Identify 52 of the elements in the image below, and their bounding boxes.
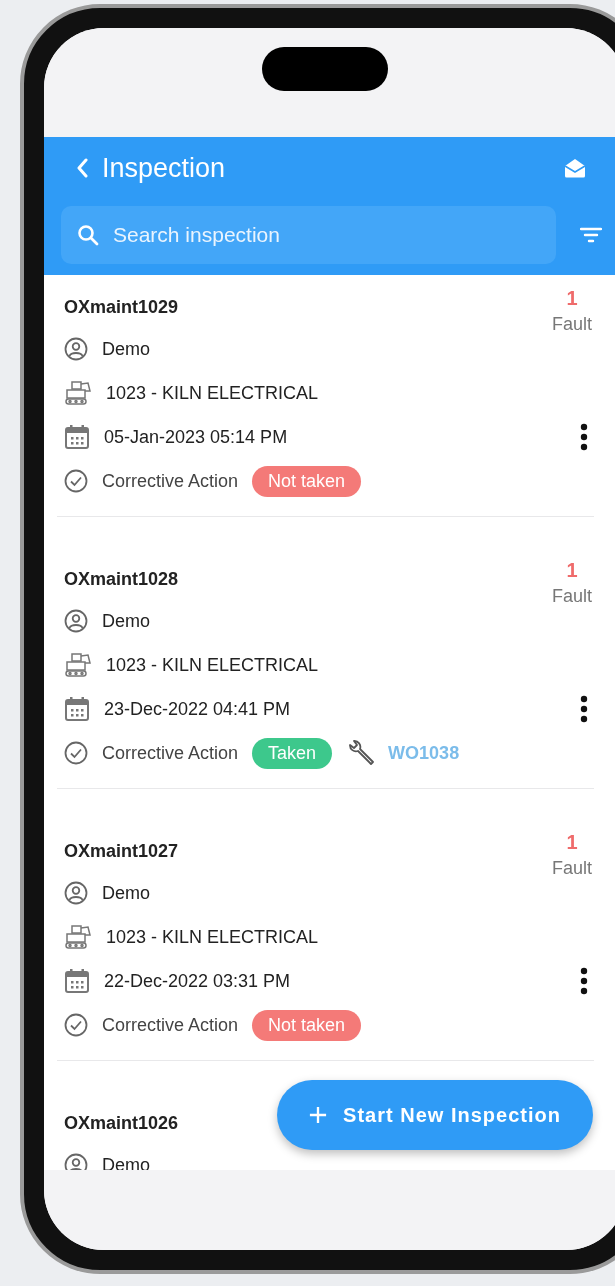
corrective-action-label: Corrective Action [102,742,239,764]
inspection-id: OXmaint1029 [64,297,179,318]
more-options-icon[interactable] [580,423,588,451]
status-badge: Not taken [252,465,362,497]
more-options-icon[interactable] [580,967,588,995]
check-circle-icon [64,469,88,493]
user-name: Demo [102,610,150,632]
user-icon [64,609,88,633]
open-envelope-icon[interactable] [564,158,586,178]
fault-label: Fault [551,586,592,607]
status-badge: Taken [252,737,333,769]
asset-name: 1023 - KILN ELECTRICAL [106,654,319,676]
user-name: Demo [102,1154,150,1170]
machine-icon [64,651,92,679]
calendar-icon [64,968,90,994]
inspection-id: OXmaint1026 [64,1113,179,1134]
calendar-icon [64,424,90,450]
fault-label: Fault [551,314,592,335]
fault-count: 1 [566,831,578,854]
corrective-action-label: Corrective Action [102,470,239,492]
inspection-date: 05-Jan-2023 05:14 PM [104,426,288,448]
inspection-date: 22-Dec-2022 03:31 PM [104,970,291,992]
user-name: Demo [102,882,150,904]
check-circle-icon [64,1013,88,1037]
filter-icon[interactable] [580,227,602,243]
fault-label: Fault [551,858,592,879]
user-icon [64,881,88,905]
plus-icon [309,1106,328,1124]
fault-count: 1 [566,559,578,582]
back-icon[interactable] [76,158,88,178]
asset-name: 1023 - KILN ELECTRICAL [106,382,319,404]
fault-count: 1 [566,287,578,310]
user-icon [64,337,88,361]
inspection-date: 23-Dec-2022 04:41 PM [104,698,291,720]
check-circle-icon [64,741,88,765]
wrench-icon [346,738,377,768]
search-field[interactable]: Search inspection [61,206,556,264]
asset-name: 1023 - KILN ELECTRICAL [106,926,319,948]
screen-title: Inspection [102,152,227,184]
user-icon [64,1153,88,1170]
user-name: Demo [102,338,150,360]
search-icon [77,224,99,246]
status-badge: Not taken [252,1009,362,1041]
inspection-id: OXmaint1028 [64,569,179,590]
calendar-icon [64,696,90,722]
inspection-id: OXmaint1027 [64,841,179,862]
more-options-icon[interactable] [580,695,588,723]
corrective-action-label: Corrective Action [102,1014,239,1036]
machine-icon [64,923,92,951]
machine-icon [64,379,92,407]
start-new-inspection-button[interactable]: Start New Inspection [277,1080,593,1150]
work-order-link[interactable]: WO1038 [388,742,460,764]
